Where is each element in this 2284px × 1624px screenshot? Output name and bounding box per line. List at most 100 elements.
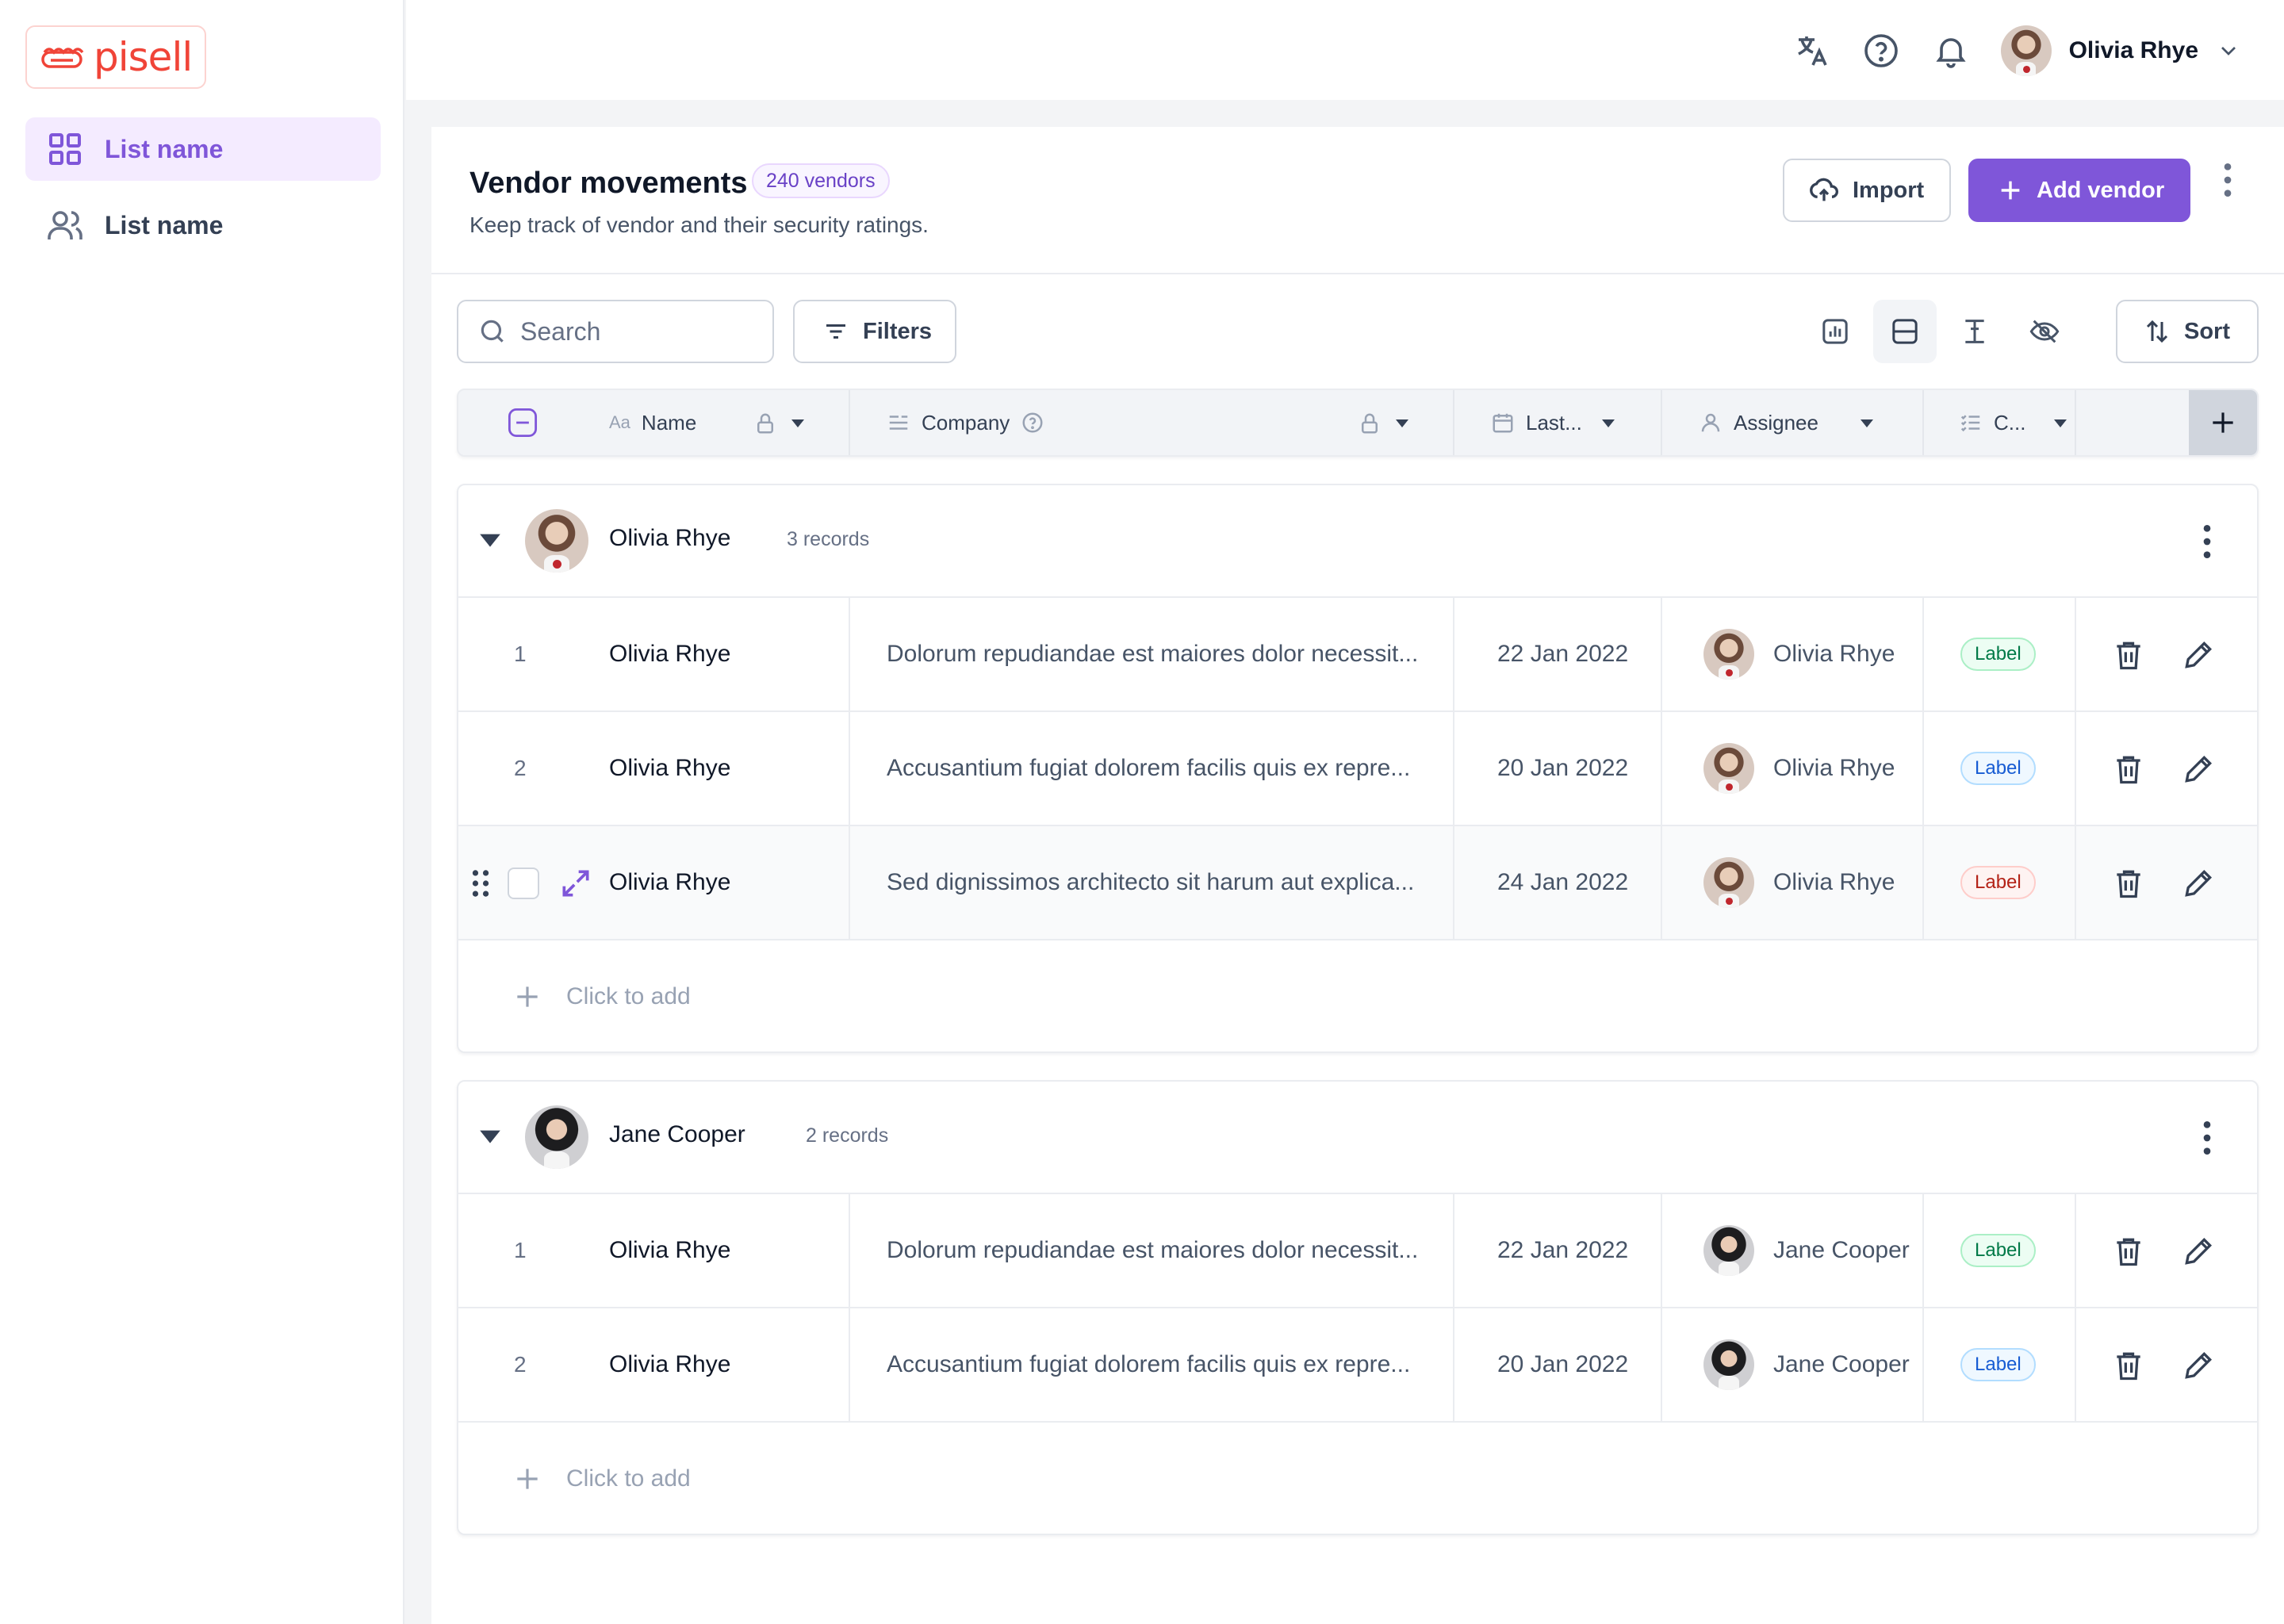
text-height-button[interactable] xyxy=(1943,300,2006,363)
click-to-add-row[interactable]: Click to add xyxy=(458,1423,2257,1535)
select-all-checkbox[interactable] xyxy=(506,390,539,455)
user-menu[interactable]: Olivia Rhye xyxy=(2000,24,2241,78)
bar-chart-icon xyxy=(1822,319,1848,344)
sort-label: Sort xyxy=(2184,318,2230,344)
search-icon xyxy=(481,320,504,343)
cell-name[interactable]: Olivia Rhye xyxy=(609,1194,730,1307)
more-vertical-icon[interactable] xyxy=(2195,1118,2219,1158)
help-icon[interactable] xyxy=(1862,32,1900,70)
edit-pencil-icon[interactable] xyxy=(2181,638,2216,672)
cell-assignee[interactable]: Jane Cooper xyxy=(1703,1194,1910,1307)
table-header: Aa Name Company Last... Assignee C... xyxy=(457,389,2259,457)
caret-down-icon[interactable] xyxy=(1859,415,1875,431)
text-type-icon: Aa xyxy=(609,412,630,432)
import-label: Import xyxy=(1853,177,1925,203)
trash-icon[interactable] xyxy=(2111,1348,2146,1383)
row-checkbox[interactable] xyxy=(508,868,539,899)
cell-name[interactable]: Olivia Rhye xyxy=(609,598,730,710)
trash-icon[interactable] xyxy=(2111,638,2146,672)
label-badge: Label xyxy=(1960,752,2036,785)
column-category-label: C... xyxy=(1994,410,2026,435)
group-record-count: 2 records xyxy=(806,1124,889,1147)
edit-pencil-icon[interactable] xyxy=(2181,866,2216,901)
cell-assignee[interactable]: Olivia Rhye xyxy=(1703,712,1895,825)
layout-rows-icon xyxy=(1892,319,1918,344)
table-row[interactable]: 1 Olivia Rhye Dolorum repudiandae est ma… xyxy=(458,598,2257,712)
sidebar-item-list-2[interactable]: List name xyxy=(25,193,381,257)
plus-icon xyxy=(517,986,538,1007)
translate-icon[interactable] xyxy=(1792,32,1830,70)
column-last[interactable]: Last... xyxy=(1491,390,1582,455)
table-row[interactable]: 2 Olivia Rhye Accusantium fugiat dolorem… xyxy=(458,712,2257,826)
cell-assignee[interactable]: Olivia Rhye xyxy=(1703,598,1895,710)
column-category[interactable]: C... xyxy=(1959,390,2025,455)
cell-company[interactable]: Accusantium fugiat dolorem facilis quis … xyxy=(887,712,1410,825)
expand-icon[interactable] xyxy=(558,866,593,901)
cell-name[interactable]: Olivia Rhye xyxy=(609,1308,730,1421)
cell-date[interactable]: 20 Jan 2022 xyxy=(1497,712,1628,825)
plus-icon xyxy=(2001,181,2020,200)
main-card: Vendor movements 240 vendors Keep track … xyxy=(431,127,2284,1624)
logo[interactable]: pisell xyxy=(25,25,206,89)
bell-icon[interactable] xyxy=(1932,32,1970,70)
trash-icon[interactable] xyxy=(2111,752,2146,787)
help-circle-icon[interactable] xyxy=(1021,411,1044,435)
assignee-name: Olivia Rhye xyxy=(1773,641,1895,667)
table-row[interactable]: 1 Olivia Rhye Dolorum repudiandae est ma… xyxy=(458,1194,2257,1308)
edit-pencil-icon[interactable] xyxy=(2181,1234,2216,1269)
cell-date[interactable]: 20 Jan 2022 xyxy=(1497,1308,1628,1421)
column-last-label: Last... xyxy=(1526,410,1582,435)
chart-view-button[interactable] xyxy=(1803,300,1867,363)
caret-down-icon[interactable] xyxy=(477,1123,503,1148)
filters-button[interactable]: Filters xyxy=(793,300,956,363)
table-row[interactable]: 2 Olivia Rhye Accusantium fugiat dolorem… xyxy=(458,1308,2257,1423)
pisell-logo-icon xyxy=(41,48,84,68)
click-to-add-row[interactable]: Click to add xyxy=(458,940,2257,1053)
cell-name[interactable]: Olivia Rhye xyxy=(609,826,730,939)
column-company[interactable]: Company xyxy=(887,390,1044,455)
edit-pencil-icon[interactable] xyxy=(2181,1348,2216,1383)
column-name[interactable]: Aa Name xyxy=(609,390,696,455)
cell-date[interactable]: 22 Jan 2022 xyxy=(1497,598,1628,710)
more-vertical-icon[interactable] xyxy=(2216,160,2240,200)
page-title: Vendor movements xyxy=(469,167,748,200)
sidebar-item-list-1[interactable]: List name xyxy=(25,117,381,181)
edit-pencil-icon[interactable] xyxy=(2181,752,2216,787)
cell-date[interactable]: 24 Jan 2022 xyxy=(1497,826,1628,939)
avatar xyxy=(1703,629,1754,680)
cell-name[interactable]: Olivia Rhye xyxy=(609,712,730,825)
cell-company[interactable]: Accusantium fugiat dolorem facilis quis … xyxy=(887,1308,1410,1421)
caret-down-icon[interactable] xyxy=(477,527,503,552)
group-header: Olivia Rhye 3 records xyxy=(458,485,2257,598)
caret-down-icon[interactable] xyxy=(790,415,806,431)
add-vendor-button[interactable]: Add vendor xyxy=(1968,159,2190,222)
row-height-button[interactable] xyxy=(1873,300,1937,363)
trash-icon[interactable] xyxy=(2111,866,2146,901)
caret-down-icon[interactable] xyxy=(1600,415,1616,431)
list-check-icon xyxy=(1960,415,1980,432)
search-field[interactable] xyxy=(457,300,774,363)
cell-assignee[interactable]: Olivia Rhye xyxy=(1703,826,1895,939)
drag-handle-icon[interactable] xyxy=(469,869,492,898)
table-row[interactable]: Olivia Rhye Sed dignissimos architecto s… xyxy=(458,826,2257,940)
trash-icon[interactable] xyxy=(2111,1234,2146,1269)
upload-cloud-icon xyxy=(1810,178,1838,201)
add-column-button[interactable] xyxy=(2189,390,2257,455)
cell-company[interactable]: Sed dignissimos architecto sit harum aut… xyxy=(887,826,1414,939)
vendor-count-badge: 240 vendors xyxy=(752,163,890,198)
column-assignee[interactable]: Assignee xyxy=(1699,390,1818,455)
sort-arrows-icon xyxy=(2146,320,2168,343)
cell-assignee[interactable]: Jane Cooper xyxy=(1703,1308,1910,1421)
search-input[interactable] xyxy=(520,316,758,347)
group-name: Jane Cooper xyxy=(609,1121,745,1147)
cell-company[interactable]: Dolorum repudiandae est maiores dolor ne… xyxy=(887,598,1418,710)
cell-date[interactable]: 22 Jan 2022 xyxy=(1497,1194,1628,1307)
more-vertical-icon[interactable] xyxy=(2195,522,2219,561)
caret-down-icon[interactable] xyxy=(2052,415,2068,431)
hide-fields-button[interactable] xyxy=(2013,300,2076,363)
eye-off-icon xyxy=(2029,320,2060,343)
caret-down-icon[interactable] xyxy=(1394,415,1410,431)
import-button[interactable]: Import xyxy=(1783,159,1951,222)
sort-button[interactable]: Sort xyxy=(2116,300,2259,363)
cell-company[interactable]: Dolorum repudiandae est maiores dolor ne… xyxy=(887,1194,1418,1307)
